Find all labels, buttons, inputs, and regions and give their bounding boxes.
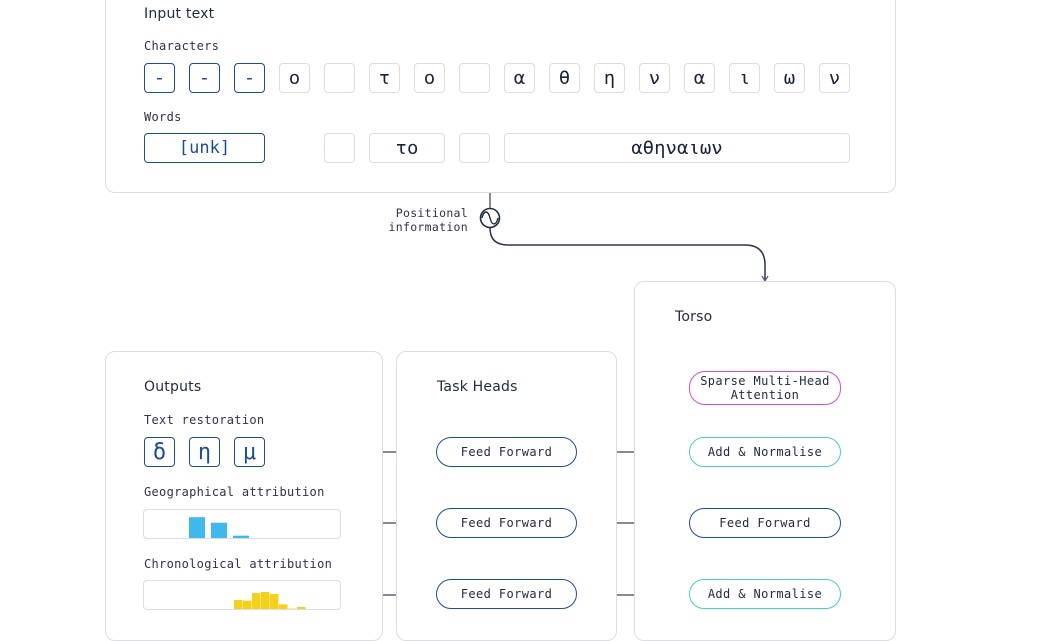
geographical-attribution-label: Geographical attribution <box>144 485 325 499</box>
bar-10 <box>252 593 261 609</box>
bar-1 <box>189 517 205 538</box>
task-head-feed-forward-2[interactable]: Feed Forward <box>436 508 577 538</box>
character-token: α <box>684 63 715 93</box>
character-token: ν <box>819 63 850 93</box>
geographical-chart <box>143 509 341 539</box>
attention-label-line2: Attention <box>730 388 800 402</box>
attention-label-line1: Sparse Multi-Head <box>700 374 830 388</box>
chronological-bar-chart <box>234 592 306 609</box>
sparse-multi-head-attention-block[interactable]: Sparse Multi-Head Attention <box>689 371 841 405</box>
add-normalise-block-2[interactable]: Add & Normalise <box>689 579 841 609</box>
masked-character-token: - <box>189 63 220 93</box>
input-text-panel: Input text Characters ---οτοαθηναιων Wor… <box>105 0 896 193</box>
bar-2 <box>211 522 227 538</box>
text-restoration-label: Text restoration <box>144 413 265 427</box>
bar-13 <box>279 604 288 609</box>
character-token: ο <box>414 63 445 93</box>
bar-12 <box>270 594 279 609</box>
word-token: το <box>369 133 445 163</box>
words-label: Words <box>144 110 182 124</box>
task-head-feed-forward-3[interactable]: Feed Forward <box>436 579 577 609</box>
character-token: α <box>504 63 535 93</box>
word-token: αθηναιων <box>504 133 850 163</box>
character-token <box>324 63 355 93</box>
bar-9 <box>243 600 252 609</box>
word-token <box>324 133 355 163</box>
bar-15 <box>297 607 306 609</box>
task-head-feed-forward-1[interactable]: Feed Forward <box>436 437 577 467</box>
character-token: τ <box>369 63 400 93</box>
outputs-panel: Outputs Text restoration δημ Geographica… <box>105 351 383 641</box>
chronological-attribution-label: Chronological attribution <box>144 557 333 571</box>
restored-character: δ <box>144 437 175 467</box>
chronological-chart <box>143 580 341 610</box>
positional-label-line2: information <box>388 220 468 234</box>
character-token: θ <box>549 63 580 93</box>
bar-8 <box>234 600 243 609</box>
character-token <box>459 63 490 93</box>
restored-character: η <box>189 437 220 467</box>
character-token: ν <box>639 63 670 93</box>
wire-positional-to-torso <box>489 227 769 283</box>
character-token: ω <box>774 63 805 93</box>
bar-3 <box>233 535 249 538</box>
geographical-bar-chart <box>189 517 249 538</box>
add-normalise-block-1[interactable]: Add & Normalise <box>689 437 841 467</box>
masked-character-token: - <box>234 63 265 93</box>
torso-feed-forward-block[interactable]: Feed Forward <box>689 508 841 538</box>
task-heads-title: Task Heads <box>437 379 518 395</box>
positional-label-line1: Positional <box>395 206 468 220</box>
bar-14 <box>288 608 297 609</box>
sine-wave-icon <box>479 207 501 229</box>
input-text-title: Input text <box>144 6 215 22</box>
character-token: ο <box>279 63 310 93</box>
characters-label: Characters <box>144 39 220 53</box>
torso-title: Torso <box>675 309 713 325</box>
outputs-title: Outputs <box>144 379 202 395</box>
character-token: ι <box>729 63 760 93</box>
restored-character: μ <box>234 437 265 467</box>
masked-word-token: [unk] <box>144 133 265 163</box>
bar-11 <box>261 592 270 609</box>
character-token: η <box>594 63 625 93</box>
word-token <box>459 133 490 163</box>
positional-label: Positional information <box>372 206 468 234</box>
masked-character-token: - <box>144 63 175 93</box>
